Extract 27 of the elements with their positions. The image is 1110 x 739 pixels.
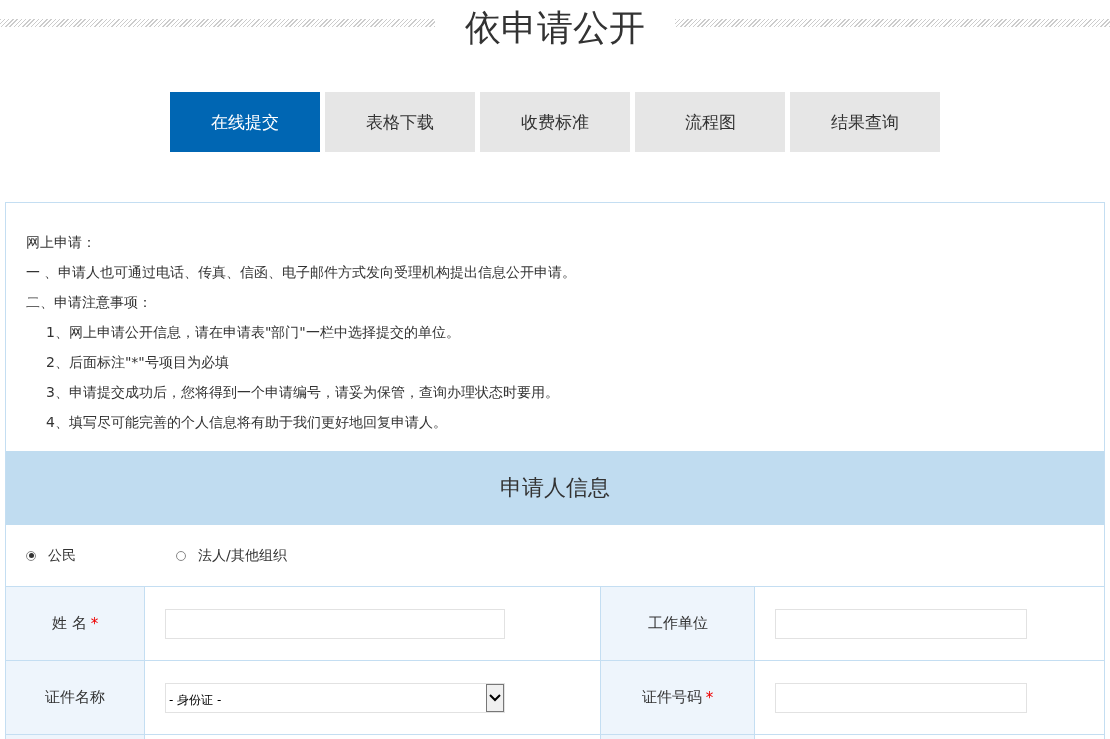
note-text: 1、网上申请公开信息，请在申请表"部门"一栏中选择提交的单位。 — [45, 323, 461, 342]
chevron-down-icon[interactable] — [486, 683, 504, 712]
page-title: 依申请公开 — [465, 5, 645, 50]
tab[interactable]: 表格下载 — [325, 92, 475, 152]
radio-label[interactable]: 公民 — [48, 546, 76, 565]
field-label: 证件名称 — [45, 688, 105, 707]
section-title: 申请人信息 — [6, 451, 1104, 525]
note-text: 一 、申请人也可通过电话、传真、信函、电子邮件方式发向受理机构提出信息公开申请。 — [26, 263, 578, 282]
notes-heading: 网上申请： — [26, 233, 97, 252]
field-label: 证件号码 — [641, 688, 702, 707]
note-text: 4、填写尽可能完善的个人信息将有助于我们更好地回复申请人。 — [45, 413, 448, 432]
field-label: 工作单位 — [647, 614, 708, 633]
input-field[interactable] — [775, 608, 1027, 639]
input-field[interactable] — [775, 682, 1027, 713]
note-text: 3、申请提交成功后，您将得到一个申请编号，请妥为保管，查询办理状态时要用。 — [45, 383, 560, 402]
input-field[interactable] — [165, 608, 505, 639]
tab[interactable]: 在线提交 — [170, 92, 320, 152]
required-mark: * — [705, 688, 714, 707]
select-field[interactable]: - 身份证 - — [165, 682, 505, 713]
note-text: 2、后面标注"*"号项目为必填 — [45, 353, 230, 372]
field-label: 姓 名 — [51, 614, 87, 633]
tab[interactable]: 流程图 — [635, 92, 785, 152]
tab[interactable]: 结果查询 — [790, 92, 940, 152]
tab[interactable]: 收费标准 — [480, 92, 630, 152]
required-mark: * — [90, 614, 99, 633]
radio-label[interactable]: 法人/其他组织 — [198, 546, 287, 565]
note-text: 二、申请注意事项： — [26, 293, 153, 312]
